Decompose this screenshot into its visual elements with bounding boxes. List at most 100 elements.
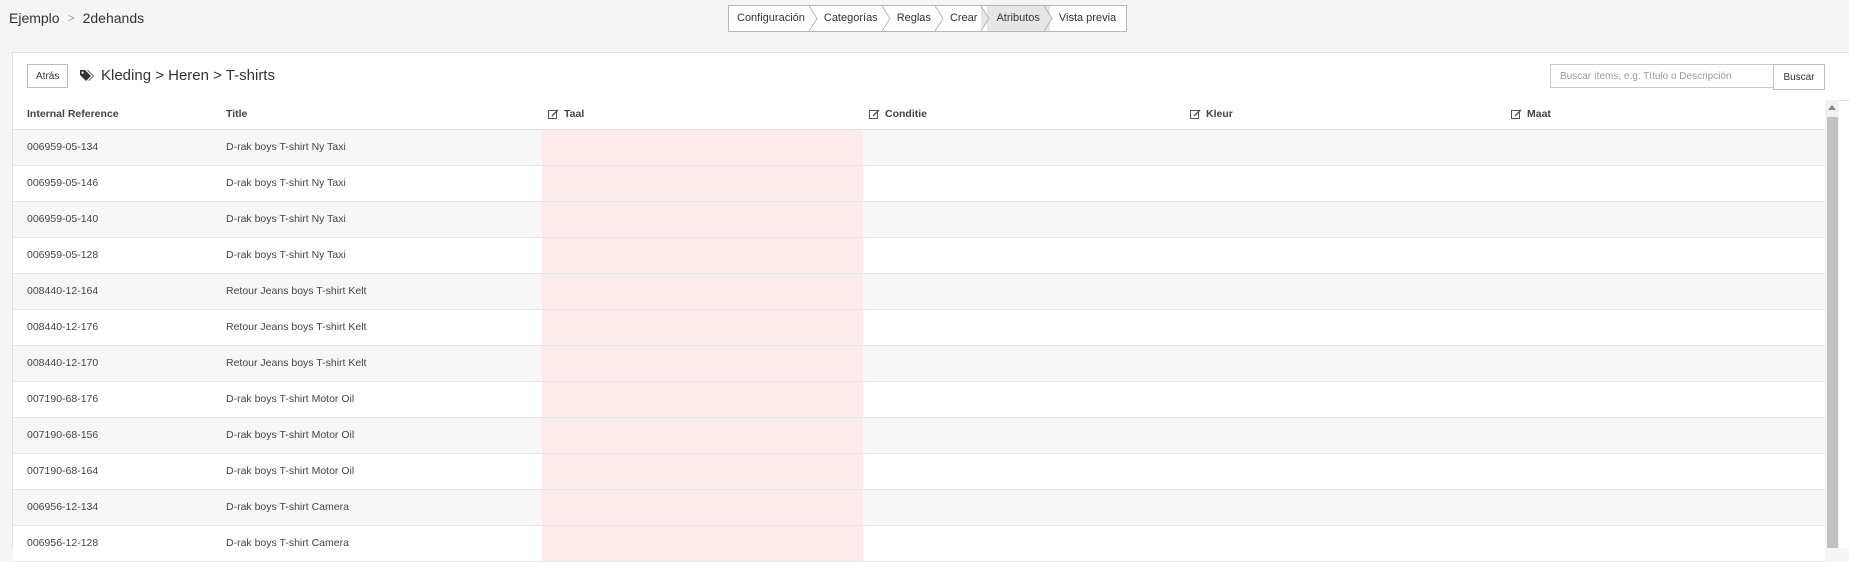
back-button[interactable]: Atrás — [27, 64, 69, 88]
maat-cell[interactable] — [1505, 238, 1826, 273]
chevron-right-icon — [981, 6, 991, 31]
table-body: 006959-05-134 D-rak boys T-shirt Ny Taxi 0… — [13, 130, 1825, 562]
maat-cell[interactable] — [1505, 454, 1826, 489]
search-input[interactable] — [1550, 64, 1773, 88]
column-header-label: Conditie — [885, 108, 927, 120]
taal-cell[interactable] — [542, 130, 863, 165]
edit-checkbox-icon — [869, 109, 880, 119]
breadcrumb-separator: > — [67, 11, 75, 25]
conditie-cell[interactable] — [863, 346, 1184, 381]
scroll-up-arrow-icon[interactable] — [1828, 105, 1836, 110]
table-header: Internal Reference Title Taal Conditie K… — [13, 100, 1825, 130]
maat-cell[interactable] — [1505, 490, 1826, 525]
table-row[interactable]: 007190-68-164 D-rak boys T-shirt Motor Oi… — [13, 454, 1825, 490]
attributes-panel: Atrás Kleding > Heren > T-shirts Buscar … — [12, 52, 1849, 562]
kleur-cell[interactable] — [1184, 166, 1505, 201]
taal-cell[interactable] — [542, 490, 863, 525]
wizard-step-label: Reglas — [896, 12, 931, 24]
taal-cell[interactable] — [542, 418, 863, 453]
wizard-step-configuracion[interactable]: Configuración — [729, 6, 818, 31]
maat-cell[interactable] — [1505, 274, 1826, 309]
wizard-step-reglas[interactable]: Reglas — [887, 6, 944, 31]
conditie-cell[interactable] — [863, 130, 1184, 165]
kleur-cell[interactable] — [1184, 454, 1505, 489]
conditie-cell[interactable] — [863, 526, 1184, 561]
maat-cell[interactable] — [1505, 418, 1826, 453]
breadcrumb-root[interactable]: Ejemplo — [9, 10, 60, 26]
column-header-conditie[interactable]: Conditie — [869, 100, 927, 129]
maat-cell[interactable] — [1505, 346, 1826, 381]
title-cell: D-rak boys T-shirt Motor Oil — [226, 465, 355, 477]
table-row[interactable]: 007190-68-176 D-rak boys T-shirt Motor Oi… — [13, 382, 1825, 418]
taal-cell[interactable] — [542, 274, 863, 309]
maat-cell[interactable] — [1505, 202, 1826, 237]
column-header-internal-reference[interactable]: Internal Reference — [27, 100, 119, 129]
kleur-cell[interactable] — [1184, 382, 1505, 417]
kleur-cell[interactable] — [1184, 346, 1505, 381]
table-row[interactable]: 006956-12-134 D-rak boys T-shirt Camera — [13, 490, 1825, 526]
title-cell: D-rak boys T-shirt Motor Oil — [226, 429, 355, 441]
maat-cell[interactable] — [1505, 382, 1826, 417]
scrollbar-thumb[interactable] — [1827, 117, 1838, 548]
kleur-cell[interactable] — [1184, 202, 1505, 237]
taal-cell[interactable] — [542, 454, 863, 489]
table-row[interactable]: 007190-68-156 D-rak boys T-shirt Motor Oi… — [13, 418, 1825, 454]
conditie-cell[interactable] — [863, 418, 1184, 453]
title-cell: D-rak boys T-shirt Ny Taxi — [226, 213, 346, 225]
wizard-steps: Configuración Categorías Reglas Crear At… — [728, 5, 1128, 32]
kleur-cell[interactable] — [1184, 238, 1505, 273]
table-row[interactable]: 006959-05-134 D-rak boys T-shirt Ny Taxi — [13, 130, 1825, 166]
column-header-kleur[interactable]: Kleur — [1190, 100, 1233, 129]
kleur-cell[interactable] — [1184, 490, 1505, 525]
table-row[interactable]: 008440-12-176 Retour Jeans boys T-shirt K… — [13, 310, 1825, 346]
title-cell: D-rak boys T-shirt Camera — [226, 537, 349, 549]
wizard-step-label: Vista previa — [1058, 12, 1117, 24]
conditie-cell[interactable] — [863, 274, 1184, 309]
conditie-cell[interactable] — [863, 382, 1184, 417]
internal-reference-cell: 006959-05-146 — [27, 177, 99, 189]
taal-cell[interactable] — [542, 346, 863, 381]
conditie-cell[interactable] — [863, 490, 1184, 525]
table-row[interactable]: 006959-05-140 D-rak boys T-shirt Ny Taxi — [13, 202, 1825, 238]
kleur-cell[interactable] — [1184, 526, 1505, 561]
category-path: Kleding > Heren > T-shirts — [79, 67, 275, 84]
conditie-cell[interactable] — [863, 202, 1184, 237]
chevron-right-icon — [808, 6, 818, 31]
table-row[interactable]: 006956-12-128 D-rak boys T-shirt Camera — [13, 526, 1825, 562]
maat-cell[interactable] — [1505, 166, 1826, 201]
conditie-cell[interactable] — [863, 166, 1184, 201]
internal-reference-cell: 006956-12-134 — [27, 501, 99, 513]
kleur-cell[interactable] — [1184, 274, 1505, 309]
panel-toolbar: Atrás Kleding > Heren > T-shirts Buscar — [13, 53, 1849, 101]
column-header-title[interactable]: Title — [226, 100, 247, 129]
table-row[interactable]: 008440-12-170 Retour Jeans boys T-shirt K… — [13, 346, 1825, 382]
table-row[interactable]: 006959-05-128 D-rak boys T-shirt Ny Taxi — [13, 238, 1825, 274]
taal-cell[interactable] — [542, 202, 863, 237]
maat-cell[interactable] — [1505, 526, 1826, 561]
kleur-cell[interactable] — [1184, 418, 1505, 453]
wizard-step-atributos[interactable]: Atributos — [987, 6, 1053, 31]
maat-cell[interactable] — [1505, 130, 1826, 165]
kleur-cell[interactable] — [1184, 130, 1505, 165]
search-button[interactable]: Buscar — [1773, 64, 1825, 90]
conditie-cell[interactable] — [863, 238, 1184, 273]
column-header-maat[interactable]: Maat — [1511, 100, 1551, 129]
table-row[interactable]: 006959-05-146 D-rak boys T-shirt Ny Taxi — [13, 166, 1825, 202]
taal-cell[interactable] — [542, 382, 863, 417]
wizard-step-categorias[interactable]: Categorías — [814, 6, 891, 31]
taal-cell[interactable] — [542, 166, 863, 201]
wizard-step-vista-previa[interactable]: Vista previa — [1049, 6, 1127, 31]
taal-cell[interactable] — [542, 526, 863, 561]
table-row[interactable]: 008440-12-164 Retour Jeans boys T-shirt K… — [13, 274, 1825, 310]
conditie-cell[interactable] — [863, 310, 1184, 345]
conditie-cell[interactable] — [863, 454, 1184, 489]
internal-reference-cell: 008440-12-176 — [27, 321, 99, 333]
column-header-taal[interactable]: Taal — [548, 100, 584, 129]
taal-cell[interactable] — [542, 238, 863, 273]
wizard-step-crear[interactable]: Crear — [940, 6, 991, 31]
breadcrumb: Ejemplo > 2dehands — [9, 10, 144, 26]
maat-cell[interactable] — [1505, 310, 1826, 345]
kleur-cell[interactable] — [1184, 310, 1505, 345]
taal-cell[interactable] — [542, 310, 863, 345]
internal-reference-cell: 006956-12-128 — [27, 537, 99, 549]
